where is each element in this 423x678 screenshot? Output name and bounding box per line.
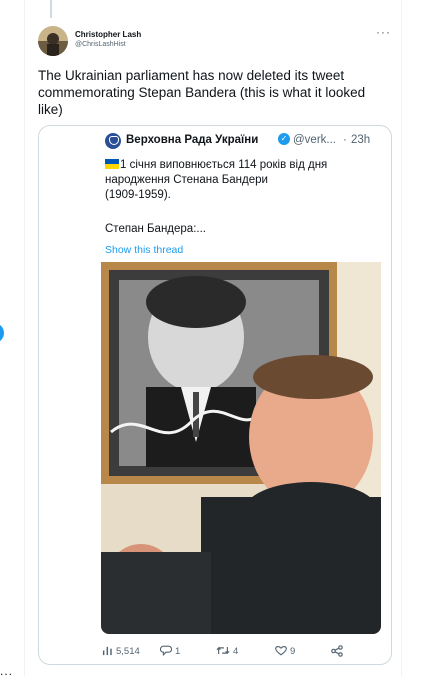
author-name[interactable]: Christopher Lash	[75, 30, 141, 39]
like-button[interactable]: 9	[275, 645, 295, 657]
left-rail-badge[interactable]	[0, 323, 4, 343]
views-button[interactable]: 5,514	[102, 645, 140, 657]
quoted-timestamp: 23h	[351, 134, 371, 146]
retweet-icon	[216, 647, 230, 654]
retweet-count: 4	[233, 646, 239, 657]
heart-icon	[275, 646, 287, 656]
reply-button[interactable]: 1	[159, 645, 181, 657]
photo-icon	[101, 262, 381, 634]
views-count: 5,514	[116, 646, 140, 657]
tweet-text: The Ukrainian parliament has now deleted…	[38, 68, 366, 117]
quoted-text-more: Степан Бандера:...	[105, 223, 206, 235]
quoted-photo	[101, 262, 381, 634]
quoted-author-handle: @verk...	[293, 134, 336, 146]
reply-icon	[159, 645, 173, 657]
show-thread-link: Show this thread	[105, 244, 184, 256]
tweet-actions: 5,514 1 4 9	[0, 645, 423, 663]
more-options-button[interactable]: ···	[376, 25, 391, 39]
share-button[interactable]	[331, 645, 346, 658]
retweet-button[interactable]: 4	[216, 645, 238, 657]
author-handle[interactable]: @ChrisLashHist	[75, 41, 126, 48]
quoted-text: 1 січня виповнюється 114 років від дня н…	[105, 158, 377, 188]
verified-badge-icon: ✓	[278, 133, 290, 145]
like-count: 9	[290, 646, 296, 657]
quoted-tweet[interactable]: Верховна Рада України ✓ @verk... · 23h 1…	[38, 125, 392, 665]
quoted-text-years: (1909-1959).	[105, 189, 171, 201]
avatar[interactable]	[38, 26, 68, 56]
quoted-author-name: Верховна Рада України	[126, 134, 259, 146]
quoted-separator: ·	[343, 134, 347, 146]
views-icon	[102, 646, 112, 656]
ukraine-flag-icon	[105, 159, 119, 169]
quoted-avatar	[105, 133, 121, 149]
quoted-tweet-screenshot: Верховна Рада України ✓ @verk... · 23h 1…	[101, 126, 381, 663]
share-icon	[331, 645, 343, 657]
quoted-text-line: 1 січня виповнюється 114 років від дня н…	[105, 159, 328, 186]
reply-count: 1	[175, 646, 181, 657]
